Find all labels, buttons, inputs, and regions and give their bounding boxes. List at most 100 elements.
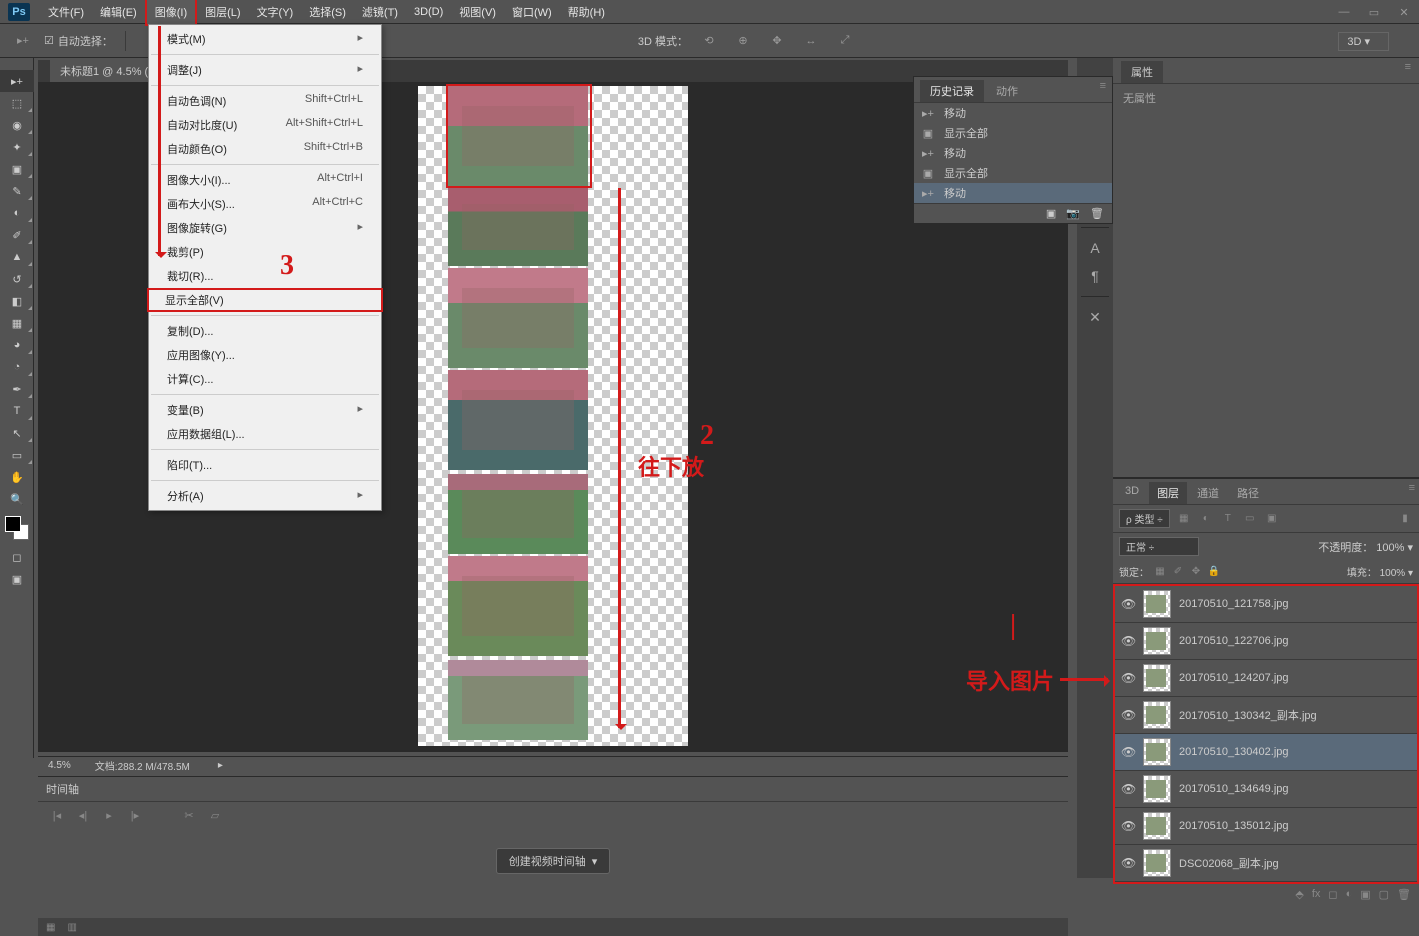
menu-canvas-size[interactable]: 画布大小(S)...Alt+Ctrl+C: [149, 192, 381, 216]
quick-mask-icon[interactable]: ◻: [0, 546, 34, 568]
menu-type[interactable]: 文字(Y): [249, 0, 302, 24]
blend-mode-select[interactable]: 正常 ÷: [1119, 537, 1199, 556]
menu-image-size[interactable]: 图像大小(I)...Alt+Ctrl+I: [149, 168, 381, 192]
crop-tool[interactable]: ▣: [0, 158, 34, 180]
menu-image-rotation[interactable]: 图像旋转(G): [149, 216, 381, 240]
history-tab[interactable]: 历史记录: [920, 80, 984, 102]
layer-thumbnail[interactable]: [1143, 812, 1171, 840]
mb-layout-icon[interactable]: ▥: [67, 922, 76, 933]
canvas-image-4[interactable]: [448, 370, 588, 470]
filter-toggle-icon[interactable]: ▮: [1397, 512, 1413, 526]
zoom-level[interactable]: 4.5%: [48, 760, 71, 771]
layer-thumbnail[interactable]: [1143, 775, 1171, 803]
nav-icon[interactable]: ✕: [1077, 303, 1113, 331]
visibility-icon[interactable]: 👁: [1121, 597, 1135, 611]
fill-value[interactable]: 100%: [1380, 568, 1406, 579]
brush-tool[interactable]: ✐: [0, 224, 34, 246]
eraser-tool[interactable]: ◧: [0, 290, 34, 312]
layer-row[interactable]: 👁20170510_135012.jpg: [1115, 808, 1417, 845]
layer-row[interactable]: 👁20170510_121758.jpg: [1115, 586, 1417, 623]
layer-thumbnail[interactable]: [1143, 590, 1171, 618]
lock-brush-icon[interactable]: ✐: [1171, 566, 1185, 577]
layer-row[interactable]: 👁 20170510_134649.jpg: [1115, 771, 1417, 808]
3d-scale-icon[interactable]: ⤢: [832, 30, 858, 52]
lock-all-icon[interactable]: 🔒: [1207, 566, 1221, 577]
close-icon[interactable]: ✕: [1389, 0, 1419, 24]
visibility-icon[interactable]: 👁: [1121, 856, 1135, 870]
menu-auto-tone[interactable]: 自动色调(N)Shift+Ctrl+L: [149, 89, 381, 113]
group-icon[interactable]: ▣: [1360, 888, 1370, 901]
doc-info-arrow-icon[interactable]: ▸: [218, 760, 223, 771]
mb-grid-icon[interactable]: ▦: [46, 922, 55, 933]
history-snapshot-icon[interactable]: 📷: [1066, 207, 1080, 220]
menu-variables[interactable]: 变量(B): [149, 398, 381, 422]
eyedropper-tool[interactable]: ✎: [0, 180, 34, 202]
panel-menu-icon[interactable]: ≡: [1100, 80, 1106, 102]
menu-help[interactable]: 帮助(H): [560, 0, 613, 24]
menu-window[interactable]: 窗口(W): [504, 0, 560, 24]
canvas-image-6[interactable]: [448, 556, 588, 656]
canvas-image-7[interactable]: [448, 660, 588, 740]
history-delete-icon[interactable]: 🗑: [1090, 207, 1104, 220]
pen-tool[interactable]: ✒: [0, 378, 34, 400]
layer-thumbnail[interactable]: [1143, 849, 1171, 877]
para-panel-icon[interactable]: ¶: [1077, 262, 1113, 290]
filter-adjust-icon[interactable]: ◐: [1198, 512, 1214, 526]
layer-name[interactable]: DSC02068_副本.jpg: [1179, 855, 1279, 871]
zoom-tool[interactable]: 🔍: [0, 488, 34, 510]
move-tool-icon[interactable]: ▸+: [10, 30, 36, 52]
history-item[interactable]: ▣显示全部: [914, 163, 1112, 183]
lasso-tool[interactable]: ◉: [0, 114, 34, 136]
3d-tab[interactable]: 3D: [1117, 482, 1147, 504]
blur-tool[interactable]: ◕: [0, 334, 34, 356]
visibility-icon[interactable]: 👁: [1121, 708, 1135, 722]
menu-mode[interactable]: 模式(M): [149, 27, 381, 51]
type-tool[interactable]: T: [0, 400, 34, 422]
adjustment-icon[interactable]: ◐: [1346, 888, 1353, 901]
stamp-tool[interactable]: ▲: [0, 246, 34, 268]
layer-name[interactable]: 20170510_130402.jpg: [1179, 746, 1289, 758]
first-frame-icon[interactable]: |◂: [48, 808, 66, 822]
color-swatch[interactable]: [5, 516, 29, 540]
filter-type-select[interactable]: ρ 类型 ÷: [1119, 509, 1170, 528]
prev-frame-icon[interactable]: ◂|: [74, 808, 92, 822]
menu-crop[interactable]: 裁剪(P): [149, 240, 381, 264]
layer-thumbnail[interactable]: [1143, 738, 1171, 766]
visibility-icon[interactable]: 👁: [1121, 745, 1135, 759]
fg-color[interactable]: [5, 516, 21, 532]
link-icon[interactable]: ⬘: [1295, 888, 1303, 901]
menu-image[interactable]: 图像(I): [145, 0, 197, 26]
3d-roll-icon[interactable]: ⊕: [730, 30, 756, 52]
path-tool[interactable]: ↖: [0, 422, 34, 444]
menu-layer[interactable]: 图层(L): [197, 0, 248, 24]
layer-row[interactable]: 👁20170510_122706.jpg: [1115, 623, 1417, 660]
screen-mode-icon[interactable]: ▣: [0, 568, 34, 590]
layer-name[interactable]: 20170510_134649.jpg: [1179, 783, 1289, 795]
minimize-icon[interactable]: —: [1329, 0, 1359, 24]
filter-smart-icon[interactable]: ▣: [1264, 512, 1280, 526]
auto-select-checkbox[interactable]: ☑自动选择：: [44, 33, 113, 49]
char-panel-icon[interactable]: A: [1077, 234, 1113, 262]
filter-shape-icon[interactable]: ▭: [1242, 512, 1258, 526]
lock-position-icon[interactable]: ✥: [1189, 566, 1203, 577]
menu-apply-dataset[interactable]: 应用数据组(L)...: [149, 422, 381, 446]
history-item[interactable]: ▸+移动: [914, 183, 1112, 203]
menu-auto-color[interactable]: 自动颜色(O)Shift+Ctrl+B: [149, 137, 381, 161]
layer-row[interactable]: 👁 DSC02068_副本.jpg: [1115, 845, 1417, 882]
visibility-icon[interactable]: 👁: [1121, 782, 1135, 796]
menu-analysis[interactable]: 分析(A): [149, 484, 381, 508]
menu-3d[interactable]: 3D(D): [406, 2, 451, 22]
opacity-value[interactable]: 100%: [1376, 542, 1404, 554]
layer-row[interactable]: 👁20170510_130342_副本.jpg: [1115, 697, 1417, 734]
dodge-tool[interactable]: ◔: [0, 356, 34, 378]
timeline-tab[interactable]: 时间轴: [38, 777, 1068, 802]
delete-layer-icon[interactable]: 🗑: [1397, 888, 1411, 901]
canvas-image-5[interactable]: [448, 474, 588, 554]
mask-icon[interactable]: ◻: [1328, 888, 1337, 901]
move-tool[interactable]: ▸+: [0, 70, 34, 92]
healing-tool[interactable]: ◐: [0, 202, 34, 224]
menu-filter[interactable]: 滤镜(T): [354, 0, 406, 24]
layer-name[interactable]: 20170510_124207.jpg: [1179, 672, 1289, 684]
menu-calculations[interactable]: 计算(C)...: [149, 367, 381, 391]
panel-menu-icon[interactable]: ≡: [1405, 61, 1411, 83]
